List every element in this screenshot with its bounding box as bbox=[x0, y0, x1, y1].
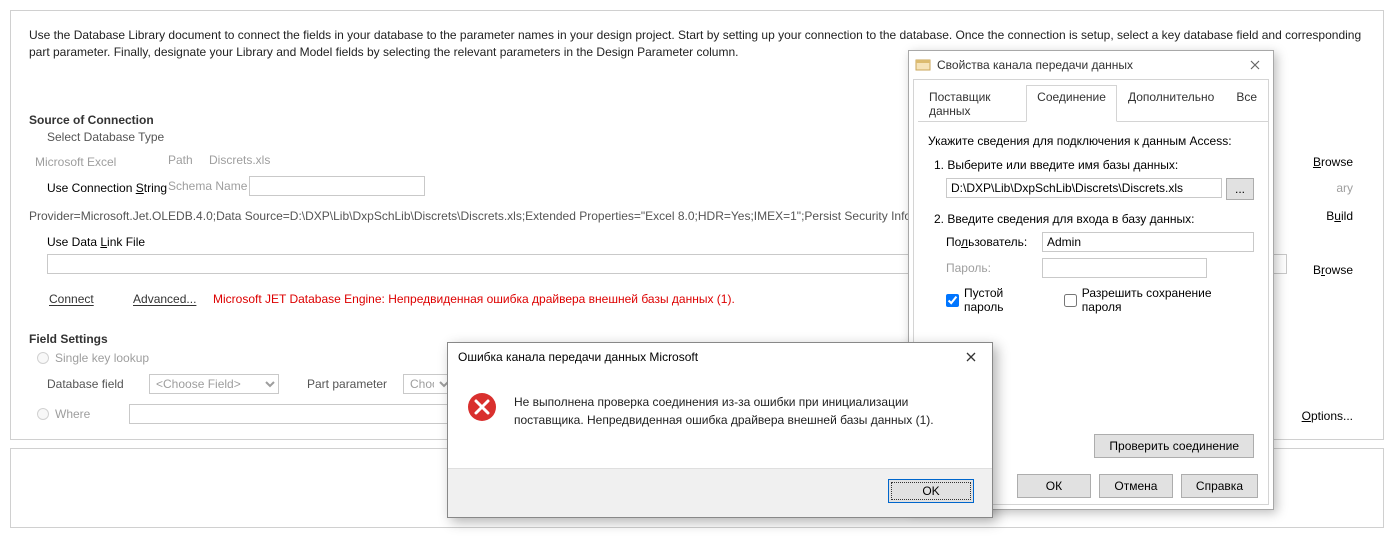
props-ok-button[interactable]: ОК bbox=[1017, 474, 1091, 498]
label-database-field: Database field bbox=[47, 377, 124, 391]
link-build[interactable]: Build bbox=[1326, 209, 1353, 223]
link-advanced[interactable]: Advanced... bbox=[133, 292, 196, 306]
conn-info-text: Укажите сведения для подключения к данны… bbox=[928, 134, 1254, 148]
label-path: Path bbox=[168, 153, 193, 167]
input-password[interactable] bbox=[1042, 258, 1207, 278]
fragment-ary: ary bbox=[1336, 181, 1353, 195]
value-provider-string: Provider=Microsoft.Jet.OLEDB.4.0;Data So… bbox=[29, 209, 947, 223]
dialog-props-close-button[interactable] bbox=[1239, 54, 1271, 76]
close-icon bbox=[966, 352, 976, 362]
select-database-field[interactable]: <Choose Field> bbox=[149, 374, 279, 394]
close-icon bbox=[1250, 60, 1260, 70]
browse-db-button[interactable]: ... bbox=[1226, 178, 1254, 200]
msgbox-ok-button[interactable]: OK bbox=[888, 479, 974, 503]
input-schema-name[interactable] bbox=[249, 176, 425, 196]
link-connect[interactable]: Connect bbox=[49, 292, 94, 306]
test-connection-button[interactable]: Проверить соединение bbox=[1094, 434, 1254, 458]
checkbox-empty-password-label: Пустой пароль bbox=[964, 286, 1046, 314]
props-help-button[interactable]: Справка bbox=[1181, 474, 1258, 498]
msgbox-titlebar: Ошибка канала передачи данных Microsoft bbox=[448, 343, 992, 371]
msgbox-message: Не выполнена проверка соединения из-за о… bbox=[514, 391, 974, 448]
error-icon bbox=[466, 391, 498, 423]
input-db-path[interactable] bbox=[946, 178, 1222, 198]
checkbox-allow-save-input[interactable] bbox=[1064, 294, 1077, 307]
msgbox-close-button[interactable] bbox=[954, 346, 988, 368]
msgbox-title: Ошибка канала передачи данных Microsoft bbox=[458, 350, 698, 364]
checkbox-empty-password-input[interactable] bbox=[946, 294, 959, 307]
conn-step2-label: 2. Введите сведения для входа в базу дан… bbox=[934, 212, 1254, 226]
select-part-parameter[interactable]: Choose Parameter bbox=[403, 374, 453, 394]
radio-single-key-lookup[interactable]: Single key lookup bbox=[37, 351, 149, 365]
label-schema-name: Schema Name bbox=[168, 179, 247, 193]
radio-where[interactable]: Where bbox=[37, 407, 90, 421]
dialog-props-titlebar: Свойства канала передачи данных bbox=[909, 51, 1273, 79]
tab-advanced[interactable]: Дополнительно bbox=[1117, 85, 1225, 122]
label-use-conn-string: Use Connection String bbox=[47, 181, 167, 195]
label-password: Пароль: bbox=[946, 261, 1034, 275]
link-browse-2[interactable]: Browse bbox=[1313, 263, 1353, 277]
dialog-props-title: Свойства канала передачи данных bbox=[937, 58, 1239, 72]
jet-error-text: Microsoft JET Database Engine: Непредвид… bbox=[213, 292, 735, 306]
link-options[interactable]: Options... bbox=[1302, 409, 1353, 423]
checkbox-allow-save-label: Разрешить сохранение пароля bbox=[1082, 286, 1254, 314]
link-browse-1[interactable]: Browse bbox=[1313, 155, 1353, 169]
tab-provider[interactable]: Поставщик данных bbox=[918, 85, 1026, 122]
input-where[interactable] bbox=[129, 404, 453, 424]
section-field-settings: Field Settings bbox=[29, 332, 108, 346]
props-cancel-button[interactable]: Отмена bbox=[1099, 474, 1173, 498]
radio-where-label: Where bbox=[55, 407, 90, 421]
radio-where-input[interactable] bbox=[37, 408, 49, 420]
tabs-row: Поставщик данных Соединение Дополнительн… bbox=[918, 80, 1268, 122]
radio-single-key-lookup-input[interactable] bbox=[37, 352, 49, 364]
label-select-db-type: Select Database Type bbox=[47, 130, 164, 144]
section-source-connection: Source of Connection bbox=[29, 113, 154, 127]
checkbox-empty-password[interactable]: Пустой пароль bbox=[946, 286, 1046, 314]
label-use-data-link-file: Use Data Link File bbox=[47, 235, 145, 249]
value-path: Discrets.xls bbox=[209, 153, 270, 167]
tab-all[interactable]: Все bbox=[1225, 85, 1268, 122]
checkbox-allow-save[interactable]: Разрешить сохранение пароля bbox=[1064, 286, 1254, 314]
db-link-icon bbox=[915, 57, 931, 73]
radio-single-key-lookup-label: Single key lookup bbox=[55, 351, 149, 365]
label-user: Пользователь: bbox=[946, 235, 1034, 249]
conn-step1-label: 1. Выберите или введите имя базы данных: bbox=[934, 158, 1254, 172]
error-message-box: Ошибка канала передачи данных Microsoft … bbox=[447, 342, 993, 518]
label-part-parameter: Part parameter bbox=[307, 377, 387, 391]
label-ms-excel: Microsoft Excel bbox=[35, 155, 116, 169]
ellipsis-icon: ... bbox=[1235, 182, 1245, 196]
tab-connection[interactable]: Соединение bbox=[1026, 85, 1117, 122]
input-user[interactable] bbox=[1042, 232, 1254, 252]
